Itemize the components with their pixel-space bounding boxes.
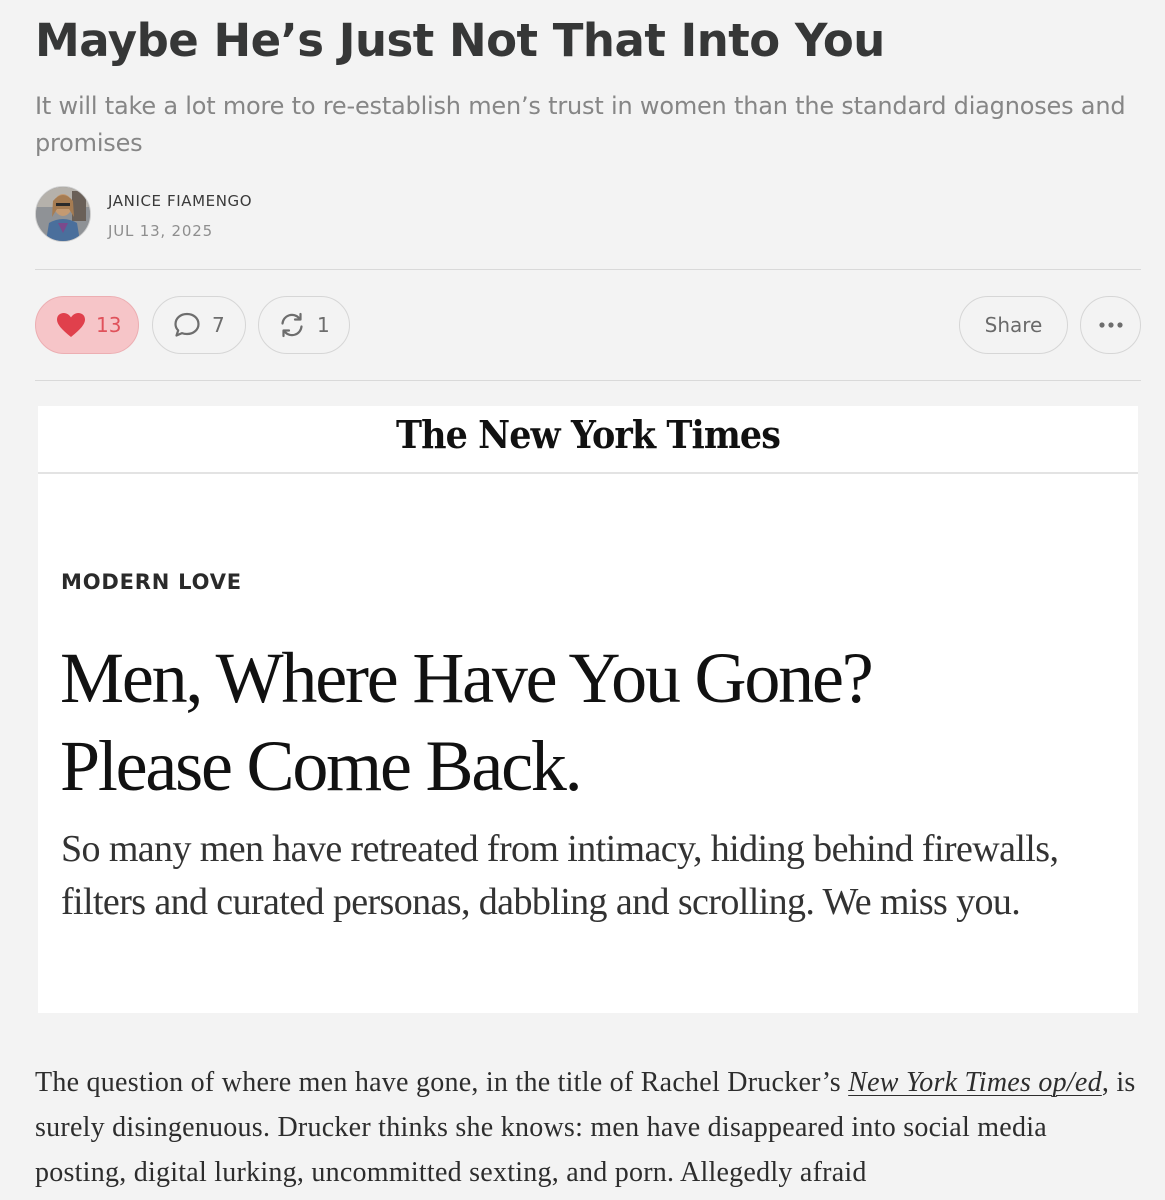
embedded-image-nyt[interactable]: The New York Times MODERN LOVE Men, Wher… [38, 406, 1138, 1013]
comment-button[interactable]: 7 [152, 296, 246, 354]
speech-bubble-icon [174, 312, 200, 337]
divider [35, 380, 1141, 381]
divider [35, 269, 1141, 270]
post-date: JUL 13, 2025 [108, 222, 213, 240]
heart-icon [57, 313, 85, 337]
author-name[interactable]: JANICE FIAMENGO [108, 192, 252, 210]
comment-count: 7 [212, 313, 225, 337]
like-count: 13 [96, 313, 122, 337]
article-paragraph: The question of where men have gone, in … [35, 1060, 1143, 1195]
section-kicker: MODERN LOVE [61, 570, 242, 594]
ellipsis-icon [1098, 322, 1123, 328]
like-button[interactable]: 13 [35, 296, 139, 354]
nyt-logo: The New York Times [395, 412, 781, 457]
nyt-headline: Men, Where Have You Gone? Please Come Bac… [60, 634, 1120, 810]
avatar[interactable] [35, 186, 91, 242]
restack-arrows-icon [281, 312, 303, 338]
more-options-button[interactable] [1080, 296, 1141, 354]
share-label: Share [984, 313, 1043, 337]
paragraph-text: The question of where men have gone, in … [35, 1067, 849, 1098]
share-button[interactable]: Share [959, 296, 1068, 354]
headline-line: Men, Where Have You Gone? [60, 638, 874, 718]
post-title: Maybe He’s Just Not That Into You [35, 14, 885, 67]
restack-count: 1 [317, 313, 330, 337]
headline-line: Please Come Back. [60, 726, 583, 806]
restack-button[interactable]: 1 [258, 296, 350, 354]
nyt-oped-link[interactable]: New York Times op/ed [848, 1067, 1102, 1098]
author-photo-icon [36, 187, 90, 241]
divider [38, 472, 1138, 474]
post-subtitle: It will take a lot more to re-establish … [35, 92, 1126, 157]
nyt-dek: So many men have retreated from intimacy… [61, 828, 1059, 923]
